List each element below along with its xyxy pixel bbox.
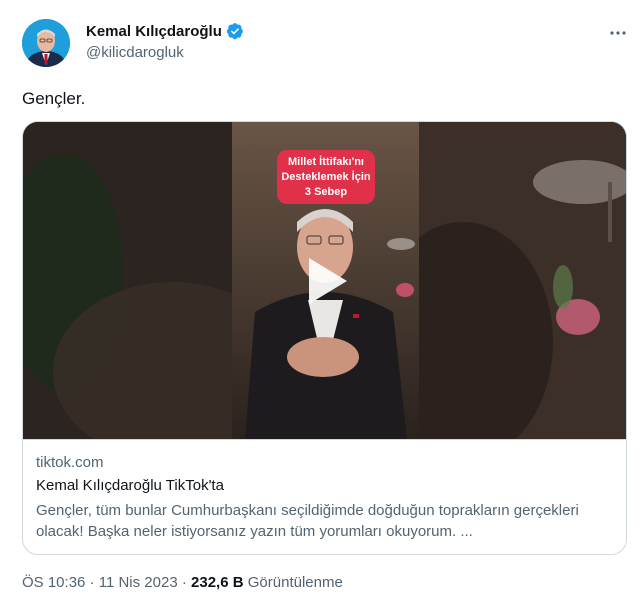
overlay-line-3: 3 Sebep xyxy=(304,185,348,198)
overlay-line-1: Millet İttifakı'nı xyxy=(288,155,364,168)
meta-separator: · xyxy=(89,574,95,591)
tweet-text: Gençler. xyxy=(22,89,86,108)
verified-badge-icon xyxy=(226,22,244,40)
views-label: Görüntülenme xyxy=(247,574,343,591)
tweet-meta: ÖS 10:36 · 11 Nis 2023 · 232,6 B Görüntü… xyxy=(22,574,343,591)
card-description: Gençler, tüm bunlar Cumhurbaşkanı seçild… xyxy=(36,502,579,540)
card-title: Kemal Kılıçdaroğlu TikTok'ta xyxy=(36,477,224,494)
author-handle[interactable]: @kilicdarogluk xyxy=(86,44,184,61)
author-name-row[interactable]: Kemal Kılıçdaroğlu xyxy=(86,22,244,40)
author-avatar[interactable] xyxy=(22,19,70,67)
card-domain: tiktok.com xyxy=(36,454,104,471)
meta-separator-2: · xyxy=(181,574,187,591)
card-info[interactable]: tiktok.com Kemal Kılıçdaroğlu TikTok'ta … xyxy=(23,439,626,554)
overlay-line-2: Desteklemek İçin xyxy=(281,170,371,183)
play-icon[interactable] xyxy=(295,250,357,312)
tweet-date[interactable]: 11 Nis 2023 xyxy=(99,574,178,591)
author-name[interactable]: Kemal Kılıçdaroğlu xyxy=(86,23,222,40)
more-horizontal-icon[interactable] xyxy=(605,20,631,46)
link-card[interactable]: Millet İttifakı'nı Desteklemek İçin 3 Se… xyxy=(22,121,627,555)
views-count: 232,6 B xyxy=(191,574,244,591)
tweet-time[interactable]: ÖS 10:36 xyxy=(22,574,85,591)
video-overlay-caption: Millet İttifakı'nı Desteklemek İçin 3 Se… xyxy=(277,150,375,204)
video-thumbnail[interactable]: Millet İttifakı'nı Desteklemek İçin 3 Se… xyxy=(23,122,626,439)
